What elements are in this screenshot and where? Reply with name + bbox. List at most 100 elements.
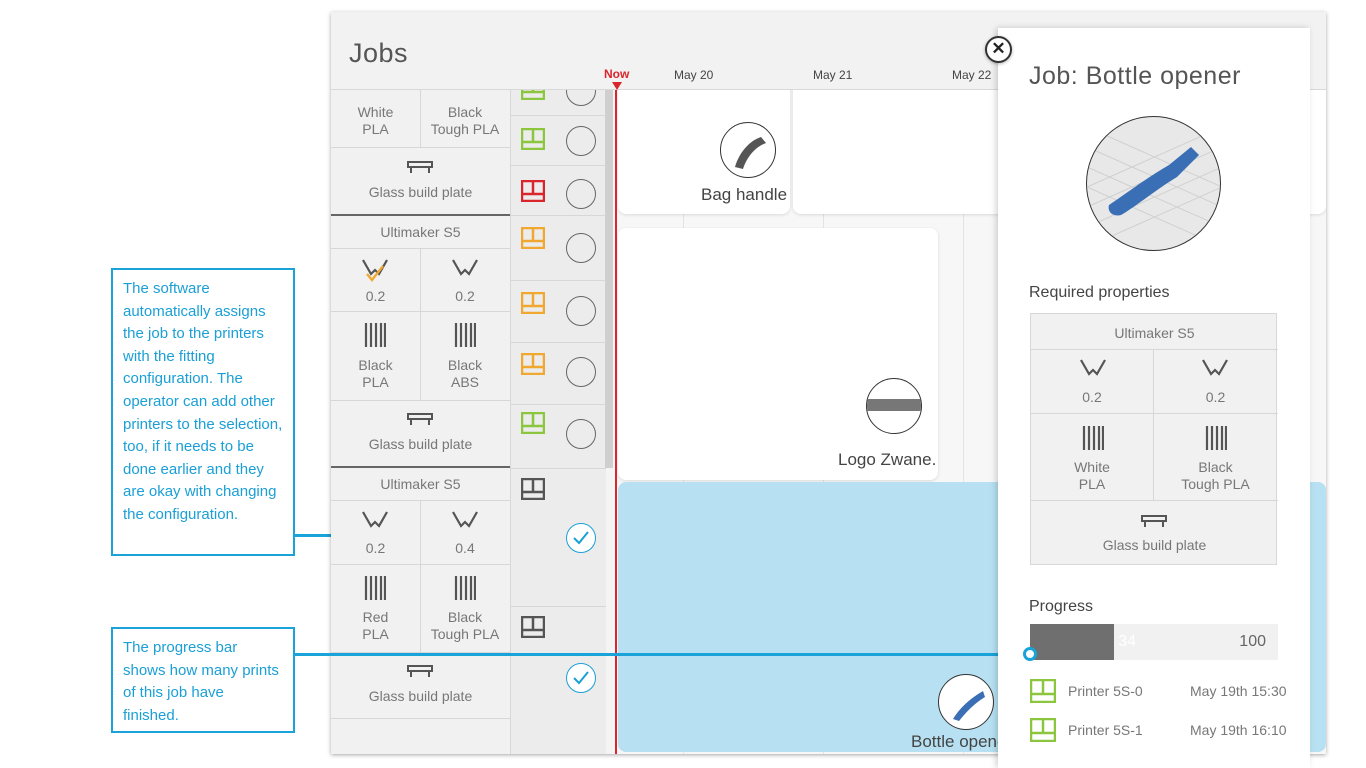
job-label: Bottle opener — [911, 732, 1013, 751]
timeline-date: May 21 — [813, 68, 853, 82]
material-color: Black — [447, 357, 483, 373]
progress-bar: 34 100 — [1030, 624, 1278, 660]
model-preview — [1086, 116, 1221, 251]
printer-name: Ultimaker S5 — [380, 224, 461, 240]
build-plate-label: Glass build plate — [368, 436, 473, 452]
printer-status-green — [520, 127, 546, 155]
print-row-time: May 19th 15:30 — [1190, 683, 1287, 699]
material-right: Black Tough PLA — [420, 609, 510, 643]
spool-icon — [1082, 425, 1105, 456]
annotation-connector — [295, 653, 1030, 656]
spool-icon — [364, 322, 387, 353]
nozzle-size: 0.2 — [455, 288, 475, 304]
material-color: Black — [447, 104, 483, 120]
printer-status-green — [520, 411, 546, 439]
printer-selected-check[interactable] — [566, 523, 596, 553]
printer-status-orange — [520, 226, 546, 254]
printer-icon — [1029, 678, 1057, 706]
printer-status-orange — [520, 352, 546, 380]
job-label: Bag handle — [701, 185, 788, 204]
required-properties-table: Ultimaker S5 0.2 0.2 White PLA Black Tou… — [1030, 313, 1278, 565]
spool-icon — [364, 575, 387, 606]
nozzle-icon — [1201, 356, 1229, 387]
printer-status-gray — [520, 477, 546, 505]
nozzle-icon — [451, 508, 479, 539]
logo-thumbnail — [866, 378, 922, 434]
bag-handle-thumbnail — [720, 122, 776, 178]
printer-select-toggle[interactable] — [566, 179, 596, 209]
timeline-date: May 20 — [674, 68, 714, 82]
page-title: Jobs — [349, 38, 409, 68]
detail-title: Job: Bottle opener — [1029, 62, 1241, 91]
print-row-printer: Printer 5S-1 — [1068, 722, 1143, 738]
nozzle-icon — [361, 508, 389, 539]
nozzle-icon — [1079, 356, 1107, 387]
print-row[interactable]: Printer 5S-1 May 19th 16:10 — [1029, 717, 1287, 743]
detail-title-name: Bottle opener — [1085, 62, 1241, 90]
progress-heading: Progress — [1029, 598, 1094, 615]
material-color: Black — [1198, 459, 1233, 475]
job-label: Logo Zwane. — [838, 450, 937, 469]
spool-icon — [454, 575, 477, 606]
printer-selected-check[interactable] — [566, 663, 596, 693]
close-icon[interactable]: ✕ — [985, 36, 1012, 63]
material-right: Black Tough PLA — [420, 104, 510, 138]
material-left: White PLA — [1031, 459, 1153, 493]
material-type: Tough PLA — [430, 121, 500, 137]
printer-select-toggle[interactable] — [566, 419, 596, 449]
material-type: Tough PLA — [430, 626, 500, 642]
print-row-time: May 19th 16:10 — [1190, 722, 1287, 738]
now-label: Now — [604, 67, 630, 81]
material-color: Black — [447, 609, 483, 625]
nozzle-size: 0.2 — [365, 288, 386, 304]
required-properties-heading: Required properties — [1029, 284, 1170, 301]
job-card-logo[interactable]: Logo Zwane. — [618, 228, 938, 480]
material-right: Black ABS — [420, 357, 510, 391]
job-detail-panel: Job: Bottle opener Required properties U… — [998, 28, 1310, 768]
progress-total-count: 100 — [1239, 633, 1266, 650]
nozzle-size: 0.2 — [1082, 389, 1102, 405]
spool-icon — [1205, 425, 1228, 456]
printer-select-toggle[interactable] — [566, 126, 596, 156]
material-color: Black — [358, 357, 393, 373]
material-color: Red — [362, 609, 389, 625]
print-row-printer: Printer 5S-0 — [1068, 683, 1143, 699]
material-left: Red PLA — [331, 609, 420, 643]
material-type: PLA — [362, 374, 389, 390]
material-type: PLA — [362, 626, 389, 642]
spool-icon — [454, 322, 477, 353]
printer-status-gray — [520, 615, 546, 643]
annotation-progress-text: The progress bar shows how many prints o… — [123, 639, 279, 724]
material-type: Tough PLA — [1181, 476, 1250, 492]
material-type: ABS — [450, 374, 479, 390]
progress-done-count: 34 — [1118, 633, 1136, 650]
printer-name: Ultimaker S5 — [380, 476, 461, 492]
build-plate-label: Glass build plate — [368, 184, 473, 200]
printer-name: Ultimaker S5 — [1114, 325, 1195, 341]
printer-select-toggle[interactable] — [566, 357, 596, 387]
print-row[interactable]: Printer 5S-0 May 19th 15:30 — [1029, 678, 1287, 706]
printer-status-red — [520, 179, 546, 207]
nozzle-size: 0.4 — [455, 540, 475, 556]
annotation-dot — [1023, 647, 1037, 661]
build-plate-icon — [407, 664, 433, 683]
now-marker-icon — [612, 82, 622, 90]
printer-select-toggle[interactable] — [566, 296, 596, 326]
annotation-auto-assign-text: The software automatically assigns the j… — [123, 280, 283, 523]
build-plate-label: Glass build plate — [368, 688, 473, 704]
printer-status-orange — [520, 291, 546, 319]
nozzle-size: 0.2 — [365, 540, 386, 556]
build-plate-icon — [1141, 514, 1167, 533]
material-right: Black Tough PLA — [1153, 459, 1278, 493]
material-left: White PLA — [331, 104, 420, 138]
build-plate-icon — [407, 412, 433, 431]
annotation-progress: The progress bar shows how many prints o… — [111, 627, 295, 733]
job-card-bag-handle[interactable]: Bag handle — [618, 80, 790, 214]
annotation-auto-assign: The software automatically assigns the j… — [111, 268, 295, 556]
detail-title-prefix: Job: — [1029, 62, 1079, 90]
build-plate-icon — [407, 160, 433, 179]
material-color: White — [357, 104, 394, 120]
nozzle-size: 0.2 — [1205, 389, 1226, 405]
material-type: PLA — [1078, 476, 1106, 492]
printer-select-toggle[interactable] — [566, 233, 596, 263]
